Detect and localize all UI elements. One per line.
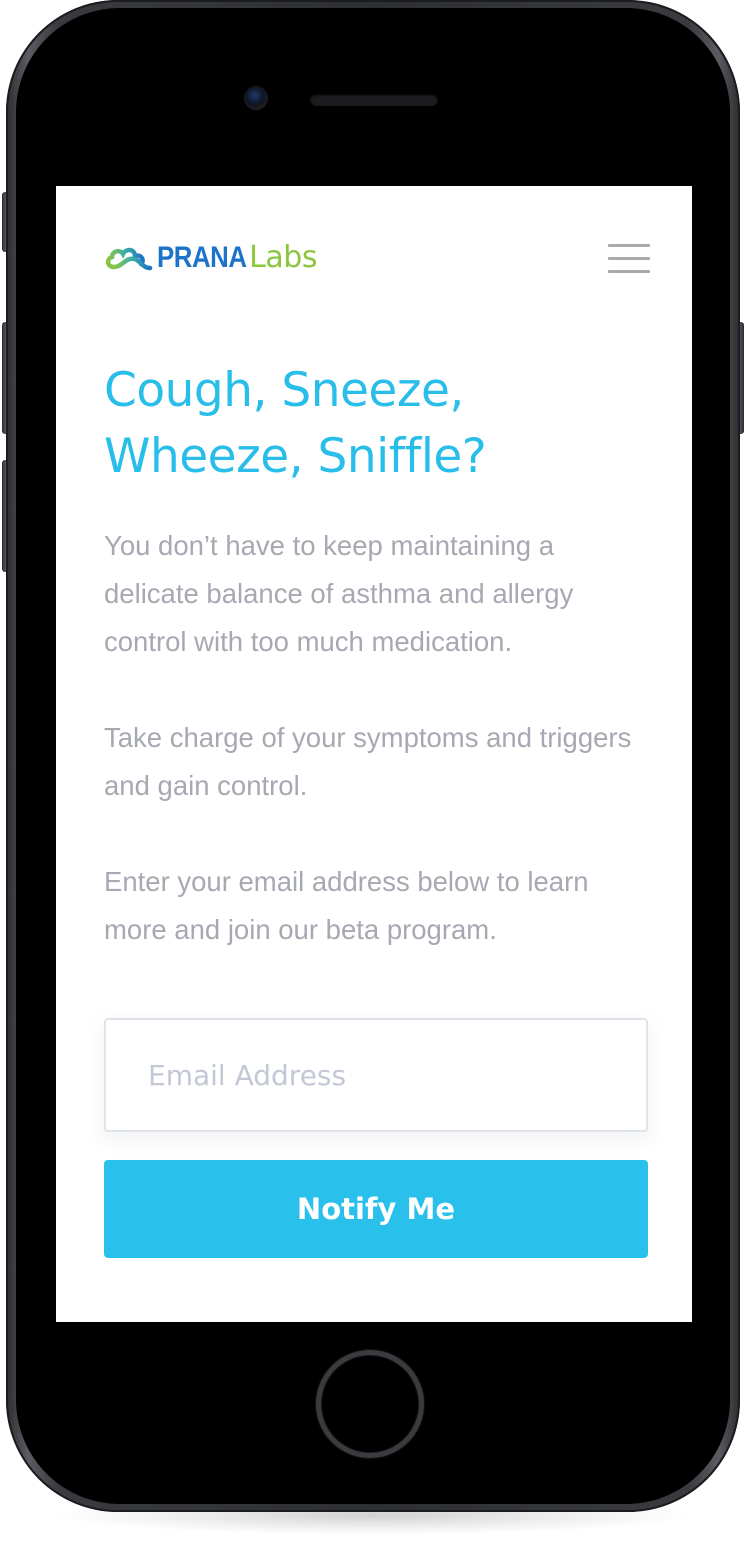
menu-bar-middle (608, 257, 650, 260)
brand-name-labs: Labs (249, 240, 317, 275)
hamburger-menu-icon[interactable] (608, 244, 650, 274)
cloud-icon (104, 243, 154, 273)
headline-line-1: Cough, Sneeze, (104, 363, 464, 418)
intro-paragraph: You don’t have to keep maintaining a del… (104, 530, 574, 657)
menu-bar-top (608, 244, 650, 247)
signup-instructions: Enter your email address below to learn … (104, 866, 589, 945)
menu-bar-bottom (608, 270, 650, 273)
control-paragraph: Take charge of your symptoms and trigger… (104, 722, 632, 801)
email-input[interactable] (104, 1018, 648, 1132)
front-camera (244, 86, 268, 110)
home-button[interactable] (316, 1350, 424, 1458)
hero-headline: Cough, Sneeze, Wheeze, Sniffle? (104, 358, 644, 490)
brand-logo[interactable]: PRANALabs (104, 241, 317, 275)
phone-screen: PRANALabs Cough, Sneeze, Wheeze, Sniffle… (56, 186, 692, 1322)
device-mockup-stage: PRANALabs Cough, Sneeze, Wheeze, Sniffle… (0, 0, 746, 1542)
headline-line-2: Wheeze, Sniffle? (104, 429, 487, 484)
brand-wordmark: PRANALabs (157, 241, 317, 275)
notify-me-button[interactable]: Notify Me (104, 1160, 648, 1258)
brand-name-prana: PRANA (157, 241, 247, 274)
earpiece-speaker (310, 94, 438, 106)
